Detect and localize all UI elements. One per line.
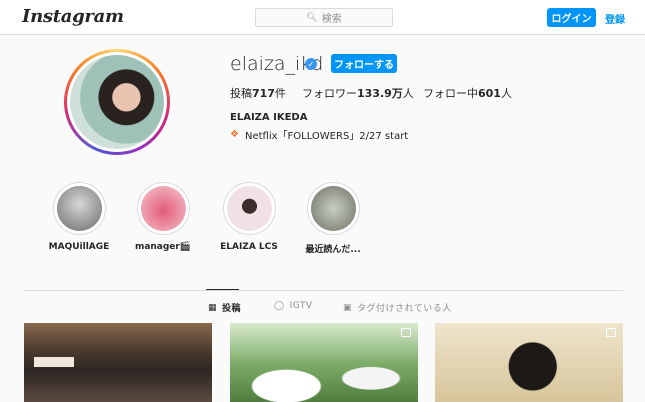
signup-link[interactable]: 登録	[605, 11, 625, 26]
story-highlight[interactable]: MAQUillAGE	[44, 182, 114, 252]
highlight-cover	[226, 186, 272, 231]
story-highlight[interactable]: ELAIZA LCS	[214, 182, 284, 252]
top-navigation-bar: Instagram 🔍︎ 検索 ログイン 登録	[0, 0, 645, 35]
bio-text: Netflix「FOLLOWERS」2/27 start	[244, 131, 409, 142]
tab-igtv[interactable]: ◯ IGTV	[274, 301, 313, 311]
highlight-label: manager🎬	[134, 242, 192, 252]
highlight-label: ELAIZA LCS	[220, 242, 278, 252]
tabs-divider	[24, 290, 623, 291]
active-tab-indicator	[206, 289, 239, 290]
highlight-cover	[140, 186, 186, 231]
tagged-person-icon: ▣	[343, 302, 353, 313]
avatar	[70, 55, 164, 149]
verified-badge-icon: ✓	[305, 58, 317, 70]
search-input[interactable]: 🔍︎ 検索	[255, 8, 393, 27]
post-thumbnail[interactable]	[435, 323, 623, 402]
story-highlight[interactable]: manager🎬	[128, 182, 198, 252]
post-image-detail	[34, 357, 74, 367]
search-placeholder: 検索	[321, 14, 342, 25]
butterfly-icon: ❖	[230, 129, 239, 140]
tab-tagged[interactable]: ▣ タグ付けされている人	[343, 301, 452, 315]
posts-count: 投稿717件	[230, 87, 286, 100]
highlight-cover	[310, 186, 356, 231]
following-count[interactable]: フォロー中601人	[423, 85, 512, 101]
profile-bio: ❖ Netflix「FOLLOWERS」2/27 start	[230, 127, 408, 142]
search-icon: 🔍︎	[306, 12, 318, 23]
post-thumbnail[interactable]	[230, 323, 418, 402]
highlight-label: 最近読んだ...	[305, 245, 361, 255]
profile-avatar-ring[interactable]	[64, 49, 170, 155]
video-icon	[401, 328, 411, 337]
highlight-cover	[56, 186, 102, 231]
follow-button[interactable]: フォローする	[331, 54, 397, 73]
highlight-label: MAQUillAGE	[48, 242, 110, 252]
grid-icon: ▦	[208, 302, 218, 313]
followers-count[interactable]: フォロワー133.9万人	[302, 85, 414, 101]
profile-full-name: ELAIZA IKEDA	[230, 112, 308, 123]
story-highlight[interactable]: 最近読んだ...	[298, 182, 368, 255]
tab-posts[interactable]: ▦ 投稿	[208, 301, 241, 315]
post-thumbnail[interactable]	[24, 323, 212, 402]
igtv-icon: ◯	[274, 301, 285, 311]
login-button[interactable]: ログイン	[547, 8, 596, 27]
instagram-logo[interactable]: Instagram	[22, 6, 124, 27]
carousel-icon	[606, 328, 616, 337]
